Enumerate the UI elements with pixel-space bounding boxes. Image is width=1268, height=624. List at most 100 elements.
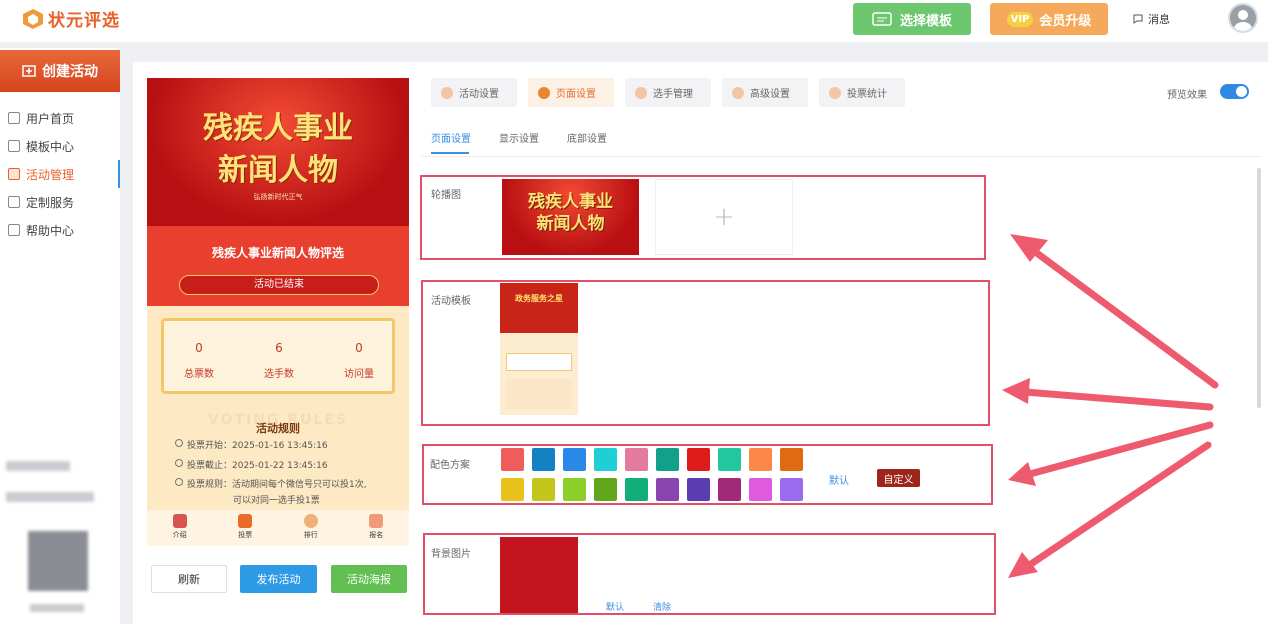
sidebar-item-home[interactable]: 用户首页 [0,104,120,132]
tab-label: 报名 [369,531,384,539]
plus-icon: + [713,202,735,232]
sidebar-item-label: 定制服务 [26,195,75,210]
settings-tabs: 活动设置 页面设置 选手管理 高级设置 投票统计 [431,78,905,107]
settings-scrollbar[interactable] [1257,168,1261,408]
create-activity-label: 创建活动 [42,64,98,80]
stat-label: 访问量 [344,369,374,380]
poster-button[interactable]: 活动海报 [331,565,407,593]
vip-upgrade-button[interactable]: VIP 会员升级 [990,3,1108,35]
background-clear-link[interactable]: 清除 [653,600,671,613]
sidebar-item-label: 帮助中心 [26,223,75,238]
preview-tabbar: 介绍 投票 排行 报名 [147,510,409,546]
preview-effect-label: 预览效果 [1167,90,1207,101]
preview-toggle[interactable] [1220,84,1249,99]
subtab-footer-settings[interactable]: 底部设置 [567,130,607,145]
help-icon [8,224,20,236]
rule-policy: 投票规则：活动期间每个微信号只可以投1次, [175,477,367,490]
color-swatch[interactable] [625,478,648,501]
sidebar-item-activities[interactable]: 活动管理 [0,160,120,188]
hand-icon [369,514,384,528]
brand-logo[interactable]: 状元评选 [22,6,120,31]
settings-icon [441,86,453,99]
color-swatch[interactable] [718,448,741,471]
template-thumb-stats [506,353,572,371]
color-swatch[interactable] [532,448,555,471]
color-swatch[interactable] [687,478,710,501]
messages-label: 消息 [1148,13,1170,26]
color-swatch[interactable] [594,478,617,501]
subtab-page-settings[interactable]: 页面设置 [431,130,471,145]
color-swatch[interactable] [501,448,524,471]
sidebar-item-help[interactable]: 帮助中心 [0,216,120,244]
background-image[interactable] [500,537,578,613]
color-swatch[interactable] [749,448,772,471]
color-swatch[interactable] [532,478,555,501]
sidebar-item-templates[interactable]: 模板中心 [0,132,120,160]
subtab-display-settings[interactable]: 显示设置 [499,130,539,145]
blurred-caption [30,604,84,612]
tab-ranking[interactable]: 排行 [278,510,344,546]
background-label: 背景图片 [431,549,471,560]
color-swatch[interactable] [625,448,648,471]
template-label: 活动模板 [431,296,471,307]
color-swatch[interactable] [718,478,741,501]
messages-link[interactable]: 消息 [1132,11,1170,27]
color-swatch[interactable] [687,448,710,471]
stat-value: 6 [275,341,283,355]
template-icon [872,12,892,26]
tab-label: 高级设置 [750,89,790,100]
banner-title-line1: 残疾人事业 [203,111,353,146]
tab-intro[interactable]: 介绍 [147,510,213,546]
top-bar: 状元评选 选择模板 VIP 会员升级 消息 [0,0,1268,42]
carousel-image[interactable]: 残疾人事业 新闻人物 [502,179,639,255]
background-default-link[interactable]: 默认 [606,600,624,613]
vip-upgrade-label: 会员升级 [1039,13,1092,29]
tab-advanced-settings[interactable]: 高级设置 [722,78,808,107]
color-swatch[interactable] [563,478,586,501]
rules-title: 活动规则 [256,422,300,435]
tab-label: 投票 [238,531,253,539]
create-activity-button[interactable]: 创建活动 [0,50,120,92]
publish-button[interactable]: 发布活动 [240,565,317,593]
tab-vote[interactable]: 投票 [213,510,279,546]
choose-template-button[interactable]: 选择模板 [853,3,971,35]
rule-text: 投票规则：活动期间每个微信号只可以投1次, [187,480,367,490]
rule-text: 投票开始：2025-01-16 13:45:16 [187,441,328,451]
color-custom-button[interactable]: 自定义 [877,469,920,487]
choose-template-label: 选择模板 [899,13,952,29]
color-swatch[interactable] [749,478,772,501]
color-swatch[interactable] [594,448,617,471]
chart-icon [829,86,841,99]
tab-signup[interactable]: 报名 [344,510,410,546]
tab-activity-settings[interactable]: 活动设置 [431,78,517,107]
rule-end: 投票截止：2025-01-22 13:45:16 [175,458,328,471]
carousel-upload-button[interactable]: + [655,179,793,255]
user-avatar[interactable] [1228,3,1258,33]
color-swatch[interactable] [780,478,803,501]
color-swatch[interactable] [501,478,524,501]
sidebar-item-label: 活动管理 [26,167,75,182]
blurred-contact-2 [6,492,94,502]
home-icon [8,112,20,124]
color-scheme-label: 配色方案 [430,460,470,471]
rule-text: 投票截止：2025-01-22 13:45:16 [187,461,328,471]
tab-vote-stats[interactable]: 投票统计 [819,78,905,107]
rule-text: 可以对同一选手投1票 [233,496,320,506]
color-default-link[interactable]: 默认 [829,472,849,487]
color-swatch[interactable] [563,448,586,471]
refresh-button[interactable]: 刷新 [151,565,227,593]
template-thumbnail[interactable]: 政务服务之星 [500,283,578,415]
color-swatch[interactable] [780,448,803,471]
stat-label: 总票数 [184,369,214,380]
tab-label: 选手管理 [653,89,693,100]
tab-page-settings[interactable]: 页面设置 [528,78,614,107]
preview-banner: 残疾人事业 新闻人物 弘扬新时代正气 [147,78,409,226]
carousel-image-line2: 新闻人物 [536,214,605,234]
sidebar-item-custom[interactable]: 定制服务 [0,188,120,216]
color-swatch[interactable] [656,478,679,501]
color-swatch[interactable] [656,448,679,471]
add-icon [22,65,36,77]
tab-contestant-management[interactable]: 选手管理 [625,78,711,107]
users-icon [635,86,647,99]
subtab-divider [421,156,1261,157]
